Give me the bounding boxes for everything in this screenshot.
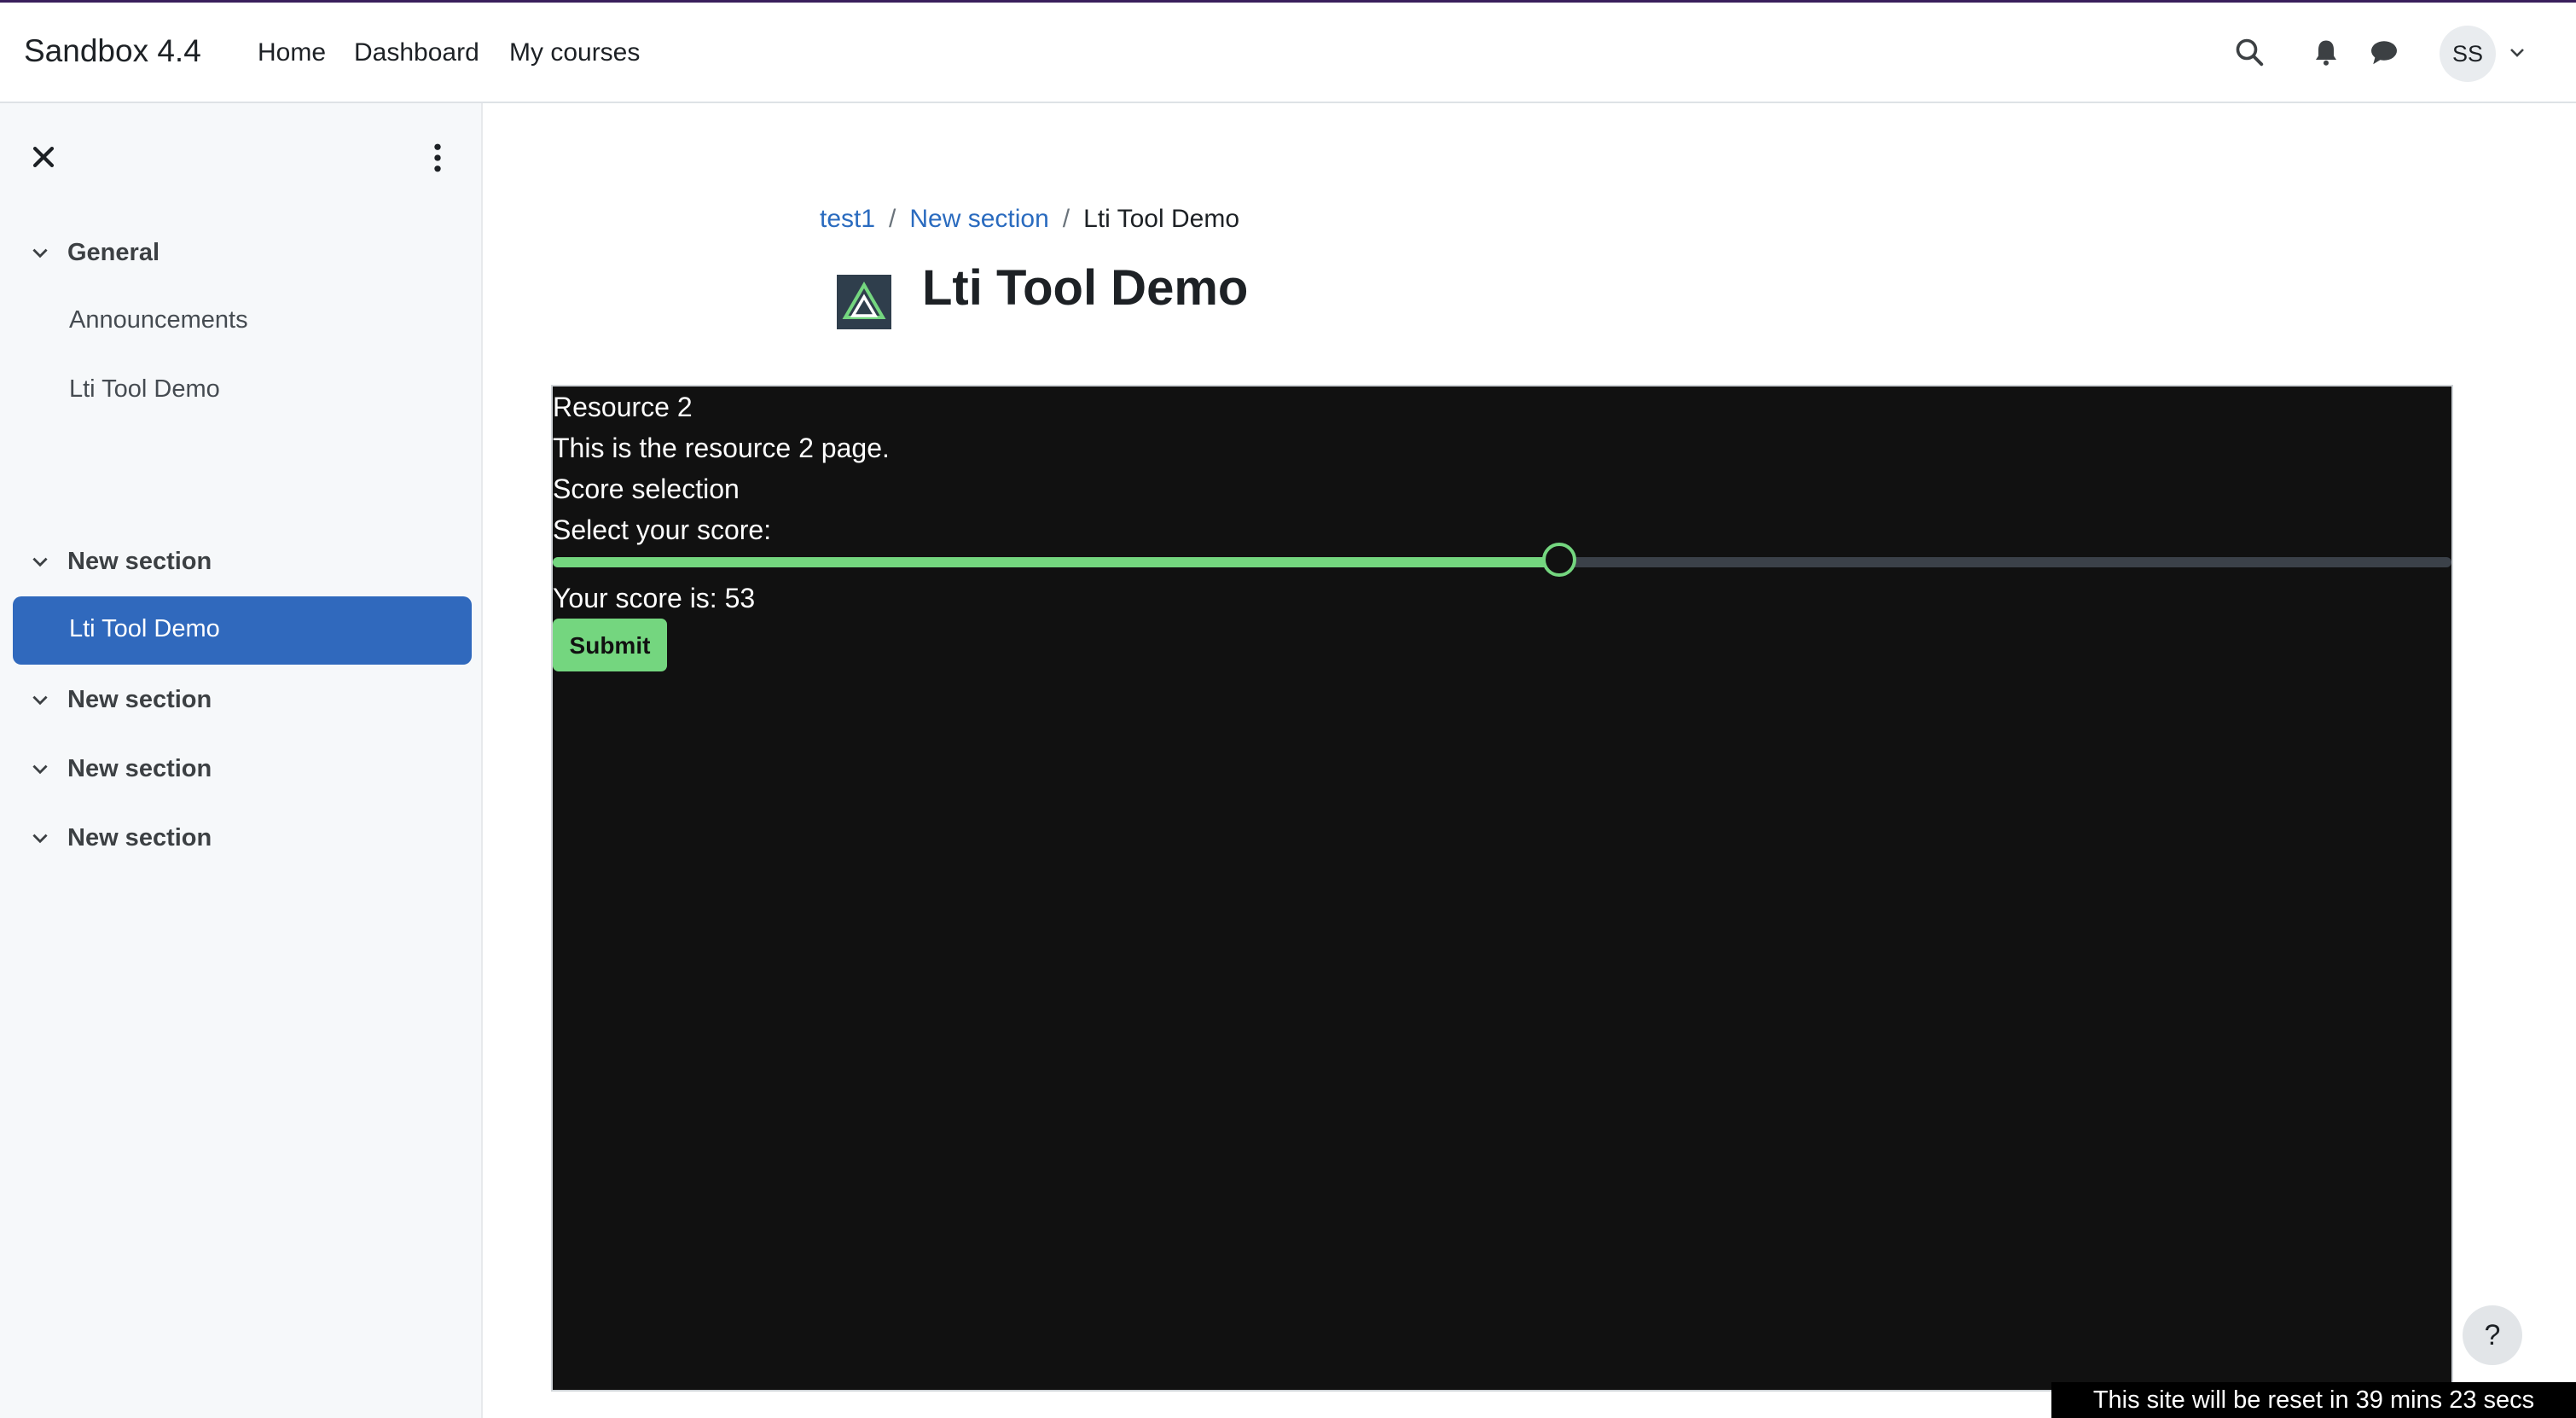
sidebar-section-label: New section [67, 824, 212, 851]
score-slider-thumb[interactable] [1541, 543, 1576, 577]
breadcrumb-separator: / [1062, 205, 1070, 233]
breadcrumb: test1 / New section / Lti Tool Demo [820, 205, 1239, 234]
score-readout: Your score is: 53 [553, 583, 756, 613]
sidebar-section-new-section[interactable]: New section [0, 743, 483, 794]
sidebar-section-label: General [67, 239, 160, 266]
sidebar-section-general[interactable]: General [0, 227, 483, 278]
score-slider-fill [553, 557, 1559, 567]
breadcrumb-link-section[interactable]: New section [909, 205, 1048, 233]
breadcrumb-separator: / [889, 205, 896, 233]
sidebar-section-label: New section [67, 755, 212, 782]
chat-icon[interactable] [2369, 37, 2399, 67]
resource-description: This is the resource 2 page. [553, 433, 890, 463]
sidebar-item-announcements[interactable]: Announcements [13, 288, 472, 356]
sidebar-section-label: New section [67, 686, 212, 713]
sidebar-section-new-section[interactable]: New section [0, 674, 483, 725]
site-brand[interactable]: Sandbox 4.4 [24, 33, 201, 69]
chevron-down-icon [32, 248, 48, 259]
course-index-drawer: General Announcements Lti Tool Demo New … [0, 103, 483, 1418]
sidebar-item-label: Lti Tool Demo [69, 615, 220, 642]
sidebar-item-lti-tool-demo[interactable]: Lti Tool Demo [13, 357, 472, 425]
bell-icon[interactable] [2311, 37, 2341, 67]
score-slider-label: Select your score: [553, 514, 772, 545]
chevron-down-icon[interactable] [2507, 42, 2527, 62]
sidebar-section-new-section[interactable]: New section [0, 536, 483, 587]
close-icon[interactable] [29, 142, 58, 171]
chevron-down-icon [32, 834, 48, 844]
lti-activity-icon [837, 275, 891, 329]
chevron-down-icon [32, 764, 48, 775]
nav-my-courses-link[interactable]: My courses [509, 38, 640, 67]
site-reset-notice: This site will be reset in 39 mins 23 se… [2051, 1382, 2576, 1418]
chevron-down-icon [32, 695, 48, 706]
search-icon[interactable] [2234, 37, 2265, 67]
user-avatar[interactable]: SS [2440, 26, 2496, 82]
score-selection-heading: Score selection [553, 474, 740, 504]
sidebar-section-label: New section [67, 548, 212, 575]
help-button[interactable]: ? [2463, 1305, 2522, 1365]
submit-button[interactable]: Submit [553, 619, 667, 671]
sidebar-item-label: Lti Tool Demo [69, 375, 220, 403]
nav-dashboard-link[interactable]: Dashboard [354, 38, 479, 67]
resource-title: Resource 2 [553, 392, 693, 422]
page-title: Lti Tool Demo [922, 260, 1249, 316]
top-navbar: Sandbox 4.4 Home Dashboard My courses SS [0, 3, 2576, 103]
breadcrumb-link-course[interactable]: test1 [820, 205, 875, 233]
sidebar-item-label: Announcements [69, 306, 248, 334]
more-vertical-icon[interactable] [423, 141, 452, 175]
lti-tool-frame: Resource 2 This is the resource 2 page. … [551, 385, 2453, 1392]
sidebar-section-new-section[interactable]: New section [0, 812, 483, 863]
chevron-down-icon [32, 557, 48, 567]
nav-home-link[interactable]: Home [258, 38, 326, 67]
breadcrumb-current: Lti Tool Demo [1083, 205, 1240, 233]
score-slider[interactable] [553, 543, 2451, 577]
sidebar-item-lti-tool-demo-active[interactable]: Lti Tool Demo [13, 596, 472, 665]
